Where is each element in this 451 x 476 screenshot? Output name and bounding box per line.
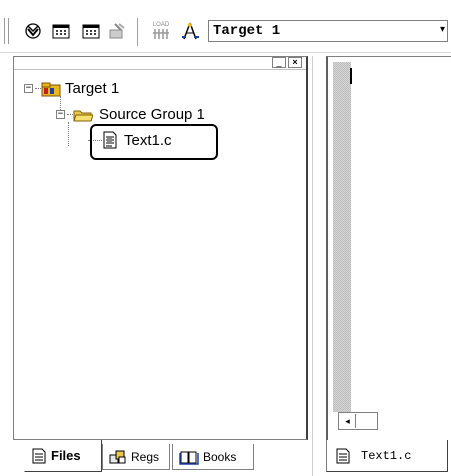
selection-highlight — [90, 124, 218, 160]
target-select[interactable]: Target 1 ▾ — [208, 20, 448, 42]
tab-regs-label: Regs — [131, 449, 160, 464]
editor-gutter — [333, 62, 351, 412]
target-folder-icon — [41, 82, 61, 96]
tree-connector — [68, 122, 69, 146]
tab-books[interactable]: Books — [172, 444, 254, 470]
horizontal-scrollbar[interactable]: ◂ — [338, 412, 378, 430]
document-icon — [336, 448, 350, 463]
tab-books-label: Books — [203, 449, 237, 464]
tree-item-source-group[interactable]: − Source Group 1 — [56, 106, 205, 123]
pane-splitter[interactable] — [312, 56, 319, 476]
regs-icon — [109, 450, 126, 463]
stop-build-icon[interactable] — [106, 20, 128, 42]
chevron-down-icon[interactable]: ▾ — [440, 24, 445, 35]
close-icon[interactable]: × — [288, 57, 302, 68]
text-caret — [350, 68, 352, 84]
collapse-icon[interactable]: − — [24, 84, 33, 93]
toolbar-separator — [137, 18, 139, 46]
rebuild-all-icon[interactable] — [80, 20, 102, 42]
folder-open-icon — [73, 110, 93, 121]
project-window-titlebar — [14, 57, 306, 70]
load-icon[interactable]: LOAD — [150, 20, 172, 42]
toolbar-grip[interactable] — [4, 18, 9, 44]
target-select-value: Target 1 — [213, 23, 281, 39]
tab-files[interactable]: Files — [24, 440, 102, 472]
target-options-icon[interactable] — [180, 20, 202, 42]
translate-icon[interactable] — [50, 20, 72, 42]
collapse-icon[interactable]: − — [56, 110, 65, 119]
tab-files-label: Files — [51, 448, 81, 463]
build-target-icon[interactable] — [22, 20, 44, 42]
scroll-left-icon[interactable]: ◂ — [340, 414, 356, 428]
minimize-icon[interactable]: _ — [272, 57, 286, 68]
tree-label-source-group: Source Group 1 — [99, 106, 205, 123]
tree-item-target[interactable]: − Target 1 — [24, 80, 119, 97]
editor-tab-text1[interactable]: Text1.c — [326, 440, 448, 472]
editor-tab-label: Text1.c — [361, 448, 412, 463]
books-icon — [179, 451, 199, 465]
tab-regs[interactable]: Regs — [102, 444, 170, 470]
build-toolbar: LOAD Target 1 ▾ — [0, 0, 451, 53]
files-icon — [32, 448, 46, 463]
tree-label-target: Target 1 — [65, 80, 120, 97]
project-tabs: Files Regs Books — [0, 440, 312, 476]
